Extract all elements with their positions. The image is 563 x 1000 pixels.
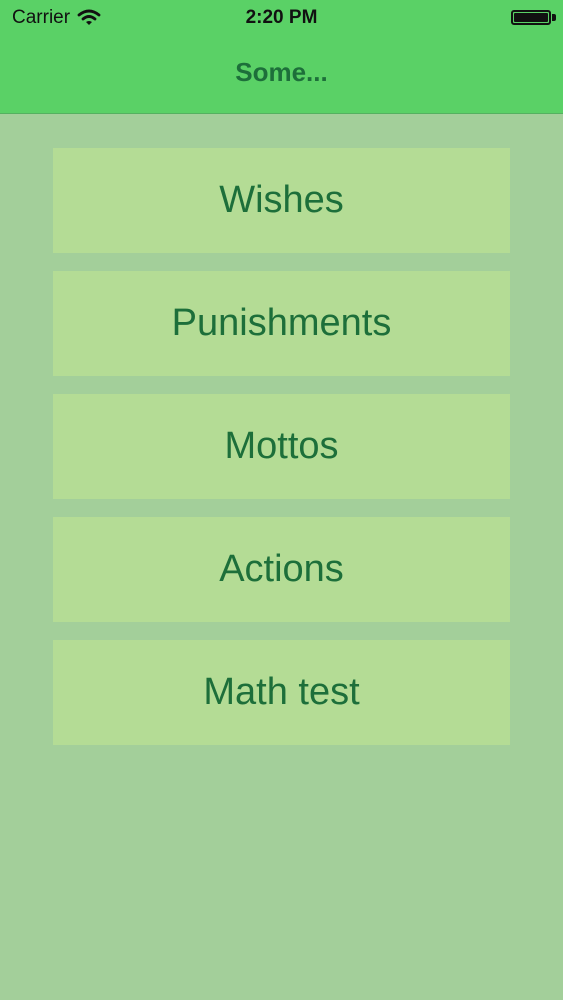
battery-nub	[552, 14, 556, 21]
battery-fill	[514, 13, 548, 22]
actions-button[interactable]: Actions	[53, 517, 510, 622]
status-bar: Carrier 2:20 PM	[0, 0, 563, 36]
mottos-button[interactable]: Mottos	[53, 394, 510, 499]
navigation-bar: Carrier 2:20 PM Some...	[0, 0, 563, 114]
status-time: 2:20 PM	[245, 7, 318, 28]
punishments-button[interactable]: Punishments	[53, 271, 510, 376]
page-title: Some...	[235, 57, 328, 87]
battery-icon	[511, 10, 551, 25]
wishes-button[interactable]: Wishes	[53, 148, 510, 253]
menu-list: Wishes Punishments Mottos Actions Math t…	[53, 148, 510, 763]
math-test-button[interactable]: Math test	[53, 640, 510, 745]
